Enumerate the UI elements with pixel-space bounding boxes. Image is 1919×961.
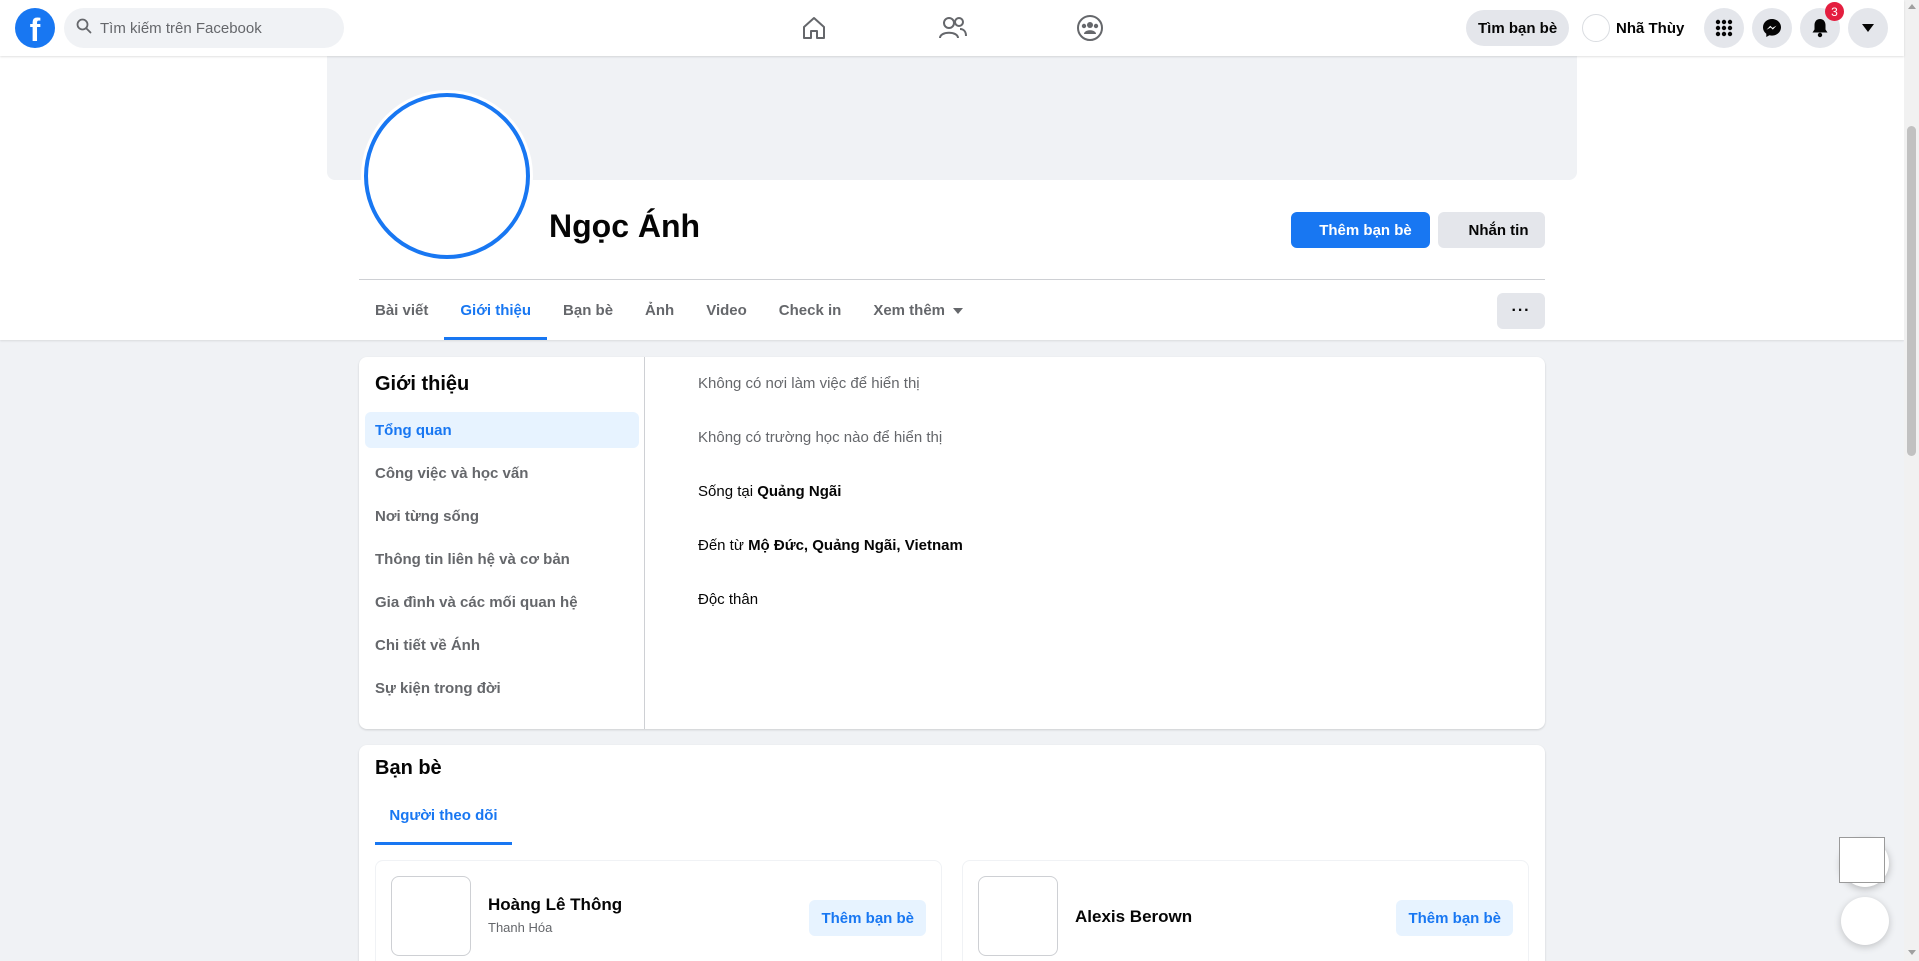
tab-label: Ảnh [645, 301, 675, 319]
bell-icon[interactable]: 3 [1800, 2, 1844, 48]
from-link[interactable]: Mộ Đức, Quảng Ngãi, Vietnam [748, 537, 963, 554]
lives-in-info: Sống tại Quảng Ngãi [698, 483, 841, 500]
top-navigation-bar: f Tìm bạn bè Nhã Thùy 3 [0, 0, 1904, 56]
profile-shortcut[interactable]: Nhã Thùy [1582, 10, 1684, 46]
about-card: Giới thiệu Tổng quan Công việc và học vấ… [359, 357, 1545, 729]
search-input[interactable] [100, 19, 320, 37]
new-message-button[interactable] [1841, 897, 1889, 945]
user-name: Nhã Thùy [1616, 19, 1685, 37]
from-label: Đến từ [698, 537, 749, 554]
message-button[interactable]: Nhắn tin [1438, 212, 1545, 248]
scrollbar-thumb[interactable] [1907, 126, 1916, 456]
friend-name[interactable]: Alexis Berown [1075, 907, 1192, 927]
add-friend-button[interactable]: Thêm bạn bè [1291, 212, 1430, 248]
scroll-up-icon[interactable] [1908, 4, 1916, 9]
tab-label: Giới thiệu [460, 301, 532, 319]
svg-text:f: f [30, 12, 41, 48]
friends-card: Bạn bè Người theo dõi Hoàng Lê Thông Tha… [359, 745, 1545, 961]
school-info: Không có trường học nào để hiển thị [698, 429, 943, 446]
about-item-places-lived[interactable]: Nơi từng sống [365, 498, 639, 534]
about-title: Giới thiệu [375, 373, 470, 395]
tab-about[interactable]: Giới thiệu [444, 280, 547, 340]
profile-name: Ngọc Ánh [549, 208, 701, 244]
tab-label: Check in [778, 301, 842, 319]
facebook-logo-icon[interactable]: f [15, 8, 55, 48]
page-scrollbar[interactable] [1904, 0, 1919, 961]
tab-friends[interactable]: Bạn bè [547, 280, 629, 340]
broken-image-icon [1839, 837, 1885, 883]
groups-icon[interactable] [1070, 8, 1110, 48]
tab-label: Bạn bè [563, 301, 614, 319]
home-icon[interactable] [794, 8, 834, 48]
menu-grid-icon[interactable] [1704, 8, 1744, 48]
profile-picture[interactable] [364, 93, 530, 259]
floating-chat-head[interactable] [1839, 837, 1889, 887]
friends-icon[interactable] [933, 8, 973, 48]
caret-down-icon[interactable] [1848, 8, 1888, 48]
about-menu: Tổng quan Công việc và học vấn Nơi từng … [365, 412, 639, 713]
more-options-button[interactable]: ··· [1497, 293, 1545, 329]
about-item-life-events[interactable]: Sự kiện trong đời [365, 670, 639, 706]
tab-posts[interactable]: Bài viết [359, 280, 444, 340]
messenger-icon[interactable] [1752, 8, 1792, 48]
profile-tabs: Bài viết Giới thiệu Bạn bè Ảnh Video Che… [359, 280, 979, 340]
friend-avatar[interactable] [391, 876, 471, 956]
relationship-info: Độc thân [698, 591, 759, 608]
tab-see-more[interactable]: Xem thêm [857, 280, 979, 340]
add-friend-button[interactable]: Thêm bạn bè [809, 900, 926, 936]
find-friends-button[interactable]: Tìm bạn bè [1466, 10, 1570, 46]
search-icon [76, 18, 92, 39]
tab-label: Video [706, 301, 747, 319]
tab-followers[interactable]: Người theo dõi [375, 785, 512, 845]
friend-location: Thanh Hóa [488, 920, 553, 935]
tab-photos[interactable]: Ảnh [629, 280, 690, 340]
friend-name[interactable]: Hoàng Lê Thông [488, 895, 622, 915]
about-item-contact-basic[interactable]: Thông tin liên hệ và cơ bản [365, 541, 639, 577]
tab-label: Xem thêm [873, 301, 946, 319]
friends-title: Bạn bè [375, 757, 442, 779]
from-info: Đến từ Mộ Đức, Quảng Ngãi, Vietnam [698, 537, 963, 554]
lives-in-link[interactable]: Quảng Ngãi [757, 483, 841, 500]
notification-badge: 3 [1825, 2, 1844, 21]
work-info: Không có nơi làm việc để hiển thị [698, 375, 920, 392]
caret-down-icon [953, 308, 964, 314]
about-sidebar: Giới thiệu Tổng quan Công việc và học vấ… [359, 357, 645, 729]
about-item-overview[interactable]: Tổng quan [365, 412, 639, 448]
add-friend-button[interactable]: Thêm bạn bè [1396, 900, 1513, 936]
tab-videos[interactable]: Video [690, 280, 763, 340]
tab-checkins[interactable]: Check in [763, 280, 858, 340]
friend-avatar[interactable] [978, 876, 1058, 956]
friend-tile[interactable]: Alexis Berown Thêm bạn bè [962, 860, 1529, 961]
about-item-details[interactable]: Chi tiết về Ánh [365, 627, 639, 663]
profile-header: Ngọc Ánh Thêm bạn bè Nhắn tin Bài viết G… [0, 56, 1904, 340]
about-item-family-relationships[interactable]: Gia đình và các mối quan hệ [365, 584, 639, 620]
avatar [1582, 14, 1610, 42]
search-box[interactable] [64, 8, 344, 48]
friend-tile[interactable]: Hoàng Lê Thông Thanh Hóa Thêm bạn bè [375, 860, 942, 961]
scroll-down-icon[interactable] [1908, 950, 1916, 955]
about-item-work-education[interactable]: Công việc và học vấn [365, 455, 639, 491]
tab-label: Bài viết [375, 301, 429, 319]
lives-in-label: Sống tại [698, 483, 758, 500]
